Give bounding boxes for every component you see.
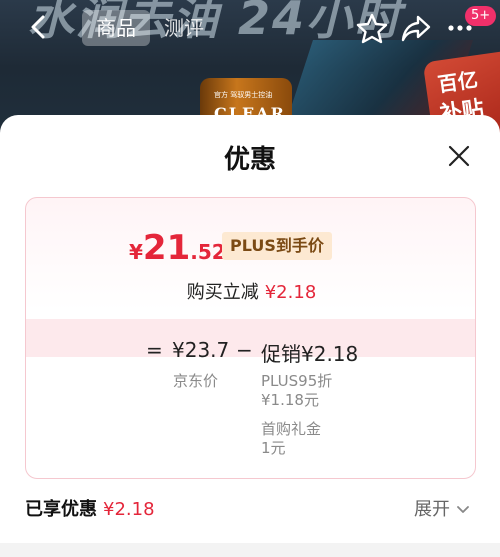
star-icon[interactable] (356, 12, 388, 44)
tab-review[interactable]: 测评 (150, 10, 218, 46)
share-icon[interactable] (400, 12, 432, 44)
discount-sheet: 优惠 ¥21.52 PLUS到手价 购买立减 ¥2.18 = ¥23.7 − 促销… (0, 115, 500, 557)
formula-promo: 促销¥2.18 (261, 342, 359, 366)
tab-product[interactable]: 商品 (82, 10, 150, 46)
bottom-divider (0, 543, 500, 557)
notification-badge: 5+ (465, 6, 497, 26)
enjoyed-discount-value: ¥2.18 (103, 499, 155, 520)
promo-item-name: 首购礼金 (261, 420, 322, 438)
enjoyed-discount: 已享优惠 ¥2.18 (25, 495, 155, 521)
instant-discount-value: ¥2.18 (264, 282, 317, 303)
chevron-down-icon (457, 506, 469, 513)
formula-equals: = (146, 338, 163, 362)
price-breakdown-card: ¥21.52 PLUS到手价 购买立减 ¥2.18 = ¥23.7 − 促销¥2.… (25, 197, 476, 479)
sheet-title: 优惠 (223, 145, 276, 175)
price-integer: 21 (142, 228, 191, 268)
enjoyed-discount-label: 已享优惠 (25, 499, 97, 520)
expand-label: 展开 (414, 499, 450, 520)
instant-discount: 购买立减 ¥2.18 (26, 278, 475, 304)
promo-item-value: 1元 (261, 439, 286, 457)
plus-price-tag: PLUS到手价 (222, 232, 332, 260)
base-price-label: 京东价 (173, 372, 219, 390)
expand-button[interactable]: 展开 (414, 495, 470, 521)
promo-item-value: ¥1.18元 (261, 391, 319, 409)
formula-base-price: ¥23.7 (172, 338, 230, 362)
back-icon[interactable] (24, 12, 54, 42)
formula-minus: − (236, 338, 253, 362)
close-icon[interactable] (446, 143, 472, 169)
final-price: ¥21.52 (129, 228, 226, 268)
price-currency: ¥ (129, 240, 143, 264)
price-decimal: .52 (190, 240, 226, 264)
promo-item-name: PLUS95折 (261, 372, 333, 390)
product-label-small: 官方 驾驭男士控油 (214, 91, 273, 99)
instant-discount-label: 购买立减 (186, 282, 259, 303)
